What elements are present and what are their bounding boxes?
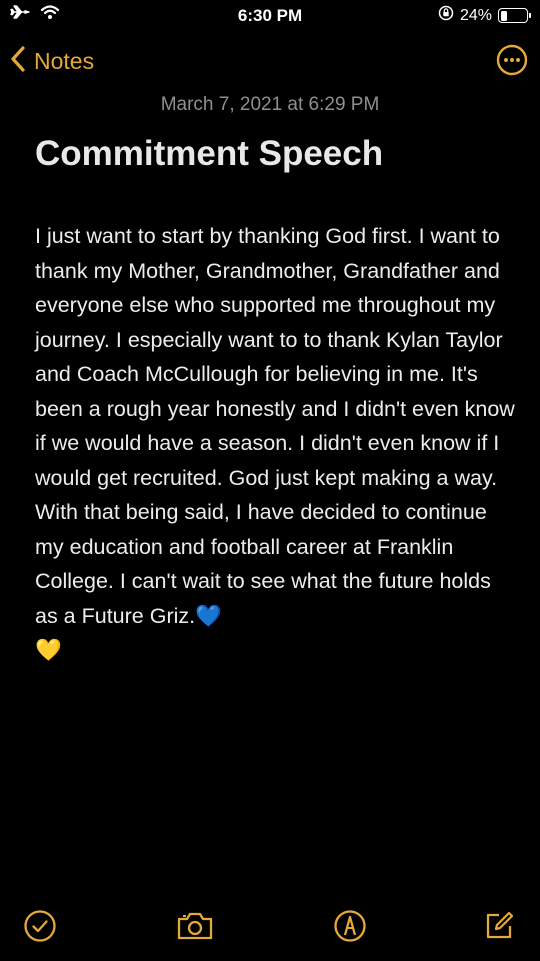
back-label: Notes — [34, 48, 95, 74]
note-date: March 7, 2021 at 6:29 PM — [160, 94, 380, 115]
checklist-icon — [23, 910, 57, 947]
battery-percent: 24% — [459, 6, 492, 24]
compose-button[interactable] — [482, 909, 516, 943]
markup-button[interactable] — [333, 909, 367, 943]
yellow-heart-emoji: 💛 — [35, 638, 62, 662]
navigation-bar: Notes — [0, 40, 540, 84]
back-button[interactable]: Notes — [10, 46, 94, 77]
compose-icon — [482, 911, 516, 947]
note-title[interactable]: Commitment Speech — [35, 134, 383, 174]
bottom-toolbar — [0, 899, 540, 961]
camera-icon — [175, 912, 215, 947]
checklist-button[interactable] — [23, 909, 57, 943]
status-right: 24% — [438, 5, 531, 26]
battery-fill — [500, 10, 507, 21]
chevron-left-icon — [10, 46, 26, 77]
blue-heart-emoji: 💙 — [195, 603, 222, 628]
orientation-lock-icon — [438, 5, 454, 26]
camera-button[interactable] — [175, 909, 215, 943]
status-bar: 6:30 PM 24% — [0, 0, 540, 32]
more-button[interactable] — [496, 44, 528, 76]
note-body[interactable]: I just want to start by thanking God fir… — [35, 219, 515, 668]
battery-icon — [498, 8, 531, 23]
markup-icon — [333, 910, 367, 947]
ellipsis-circle-icon — [496, 44, 528, 80]
note-body-text: I just want to start by thanking God fir… — [35, 224, 515, 628]
